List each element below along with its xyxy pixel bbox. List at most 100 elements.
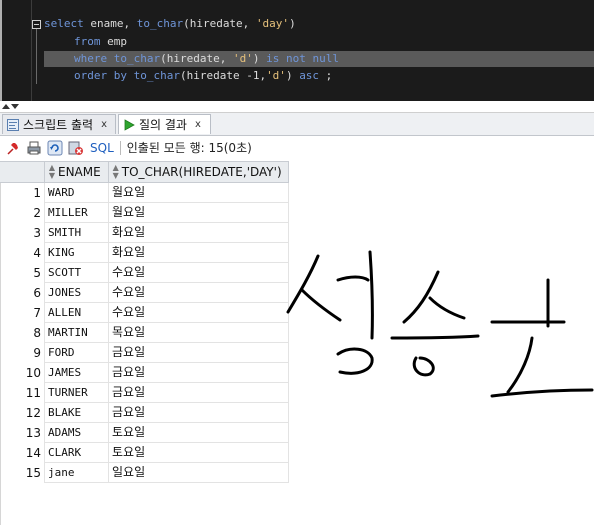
code-token: order by (74, 69, 134, 82)
sql-editor[interactable]: select ename, to_char(hiredate, 'day') f… (0, 0, 594, 101)
column-header-ename[interactable]: ▲ ▼ ENAME (45, 162, 109, 182)
row-number: 13 (25, 426, 41, 440)
cancel-query-icon[interactable] (68, 140, 84, 156)
collapse-down-icon[interactable] (11, 104, 19, 109)
close-icon[interactable]: x (195, 119, 201, 130)
cell-ename[interactable]: WARD (44, 183, 108, 203)
table-row[interactable]: 7 ALLEN 수요일 (0, 303, 289, 323)
print-icon[interactable] (26, 140, 42, 156)
cell-ename[interactable]: SMITH (44, 223, 108, 243)
close-icon[interactable]: x (101, 119, 107, 130)
cell-day[interactable]: 화요일 (108, 223, 289, 243)
code-token: is not null (266, 52, 339, 65)
tab-query-result[interactable]: 질의 결과 x (118, 114, 211, 134)
cell-day[interactable]: 화요일 (108, 243, 289, 263)
code-line-3[interactable]: where to_char(hiredate, 'd') is not null (44, 51, 594, 67)
cell-day[interactable]: 금요일 (108, 403, 289, 423)
sort-icon[interactable]: ▲ ▼ (113, 164, 119, 180)
code-token: ; (319, 69, 333, 82)
table-row[interactable]: 1 WARD 월요일 (0, 183, 289, 203)
cell-ename[interactable]: TURNER (44, 383, 108, 403)
row-number: 2 (33, 206, 41, 220)
row-number: 4 (33, 246, 41, 260)
cell-ename[interactable]: CLARK (44, 443, 108, 463)
cell-day[interactable]: 월요일 (108, 183, 289, 203)
tab-script-output[interactable]: 스크립트 출력 x (2, 114, 116, 134)
table-row[interactable]: 10 JAMES 금요일 (0, 363, 289, 383)
script-output-icon (7, 118, 19, 131)
table-row[interactable]: 6 JONES 수요일 (0, 283, 289, 303)
fold-toggle-icon[interactable] (32, 20, 41, 29)
refresh-icon[interactable] (47, 140, 63, 156)
code-line-4[interactable]: order by to_char(hiredate -1,'d') asc ; (74, 68, 332, 84)
code-token: ) (289, 17, 296, 30)
table-row[interactable]: 13 ADAMS 토요일 (0, 423, 289, 443)
grid-header: ▲ ▼ ENAME ▲ ▼ TO_CHAR(HIREDATE,'DAY') (0, 161, 289, 183)
code-area[interactable]: select ename, to_char(hiredate, 'day') f… (2, 0, 594, 101)
code-line-2[interactable]: from emp (74, 34, 127, 50)
pin-icon[interactable] (5, 140, 21, 156)
sql-button[interactable]: SQL (90, 141, 114, 155)
table-row[interactable]: 5 SCOTT 수요일 (0, 263, 289, 283)
cell-ename[interactable]: MILLER (44, 203, 108, 223)
table-row[interactable]: 14 CLARK 토요일 (0, 443, 289, 463)
cell-day[interactable]: 수요일 (108, 263, 289, 283)
cell-day[interactable]: 금요일 (108, 363, 289, 383)
cell-day[interactable]: 수요일 (108, 303, 289, 323)
grid-corner[interactable] (0, 162, 45, 182)
table-row[interactable]: 2 MILLER 월요일 (0, 203, 289, 223)
grid-body: 1 WARD 월요일 2 MILLER 월요일 3 SMITH 화요일 4 KING 화요일 5 SCOT… (0, 183, 289, 483)
table-row[interactable]: 4 KING 화요일 (0, 243, 289, 263)
table-row[interactable]: 12 BLAKE 금요일 (0, 403, 289, 423)
cell-day[interactable]: 월요일 (108, 203, 289, 223)
table-row[interactable]: 3 SMITH 화요일 (0, 223, 289, 243)
result-grid: ▲ ▼ ENAME ▲ ▼ TO_CHAR(HIREDATE,'DAY') 1 WAR… (0, 161, 289, 483)
column-header-label: ENAME (58, 165, 101, 179)
code-token: asc (299, 69, 320, 82)
code-token: (hiredate, (160, 52, 233, 65)
cell-ename[interactable]: FORD (44, 343, 108, 363)
cell-day[interactable]: 목요일 (108, 323, 289, 343)
code-line-1[interactable]: select ename, to_char(hiredate, 'day') (44, 16, 296, 32)
cell-day[interactable]: 금요일 (108, 343, 289, 363)
code-token: emp (107, 35, 127, 48)
code-token: ename, (90, 17, 137, 30)
code-token: 'd' (266, 69, 286, 82)
cell-ename[interactable]: JONES (44, 283, 108, 303)
cell-day[interactable]: 수요일 (108, 283, 289, 303)
cell-ename[interactable]: ADAMS (44, 423, 108, 443)
cell-ename[interactable]: jane (44, 463, 108, 483)
tab-script-output-label: 스크립트 출력 (23, 118, 94, 132)
table-row[interactable]: 9 FORD 금요일 (0, 343, 289, 363)
code-token: select (44, 17, 91, 30)
cell-ename[interactable]: KING (44, 243, 108, 263)
cell-ename[interactable]: ALLEN (44, 303, 108, 323)
sort-icon[interactable]: ▲ ▼ (49, 164, 55, 180)
cell-day[interactable]: 토요일 (108, 443, 289, 463)
cell-day[interactable]: 금요일 (108, 383, 289, 403)
row-number: 6 (33, 286, 41, 300)
cell-ename[interactable]: BLAKE (44, 403, 108, 423)
row-number: 12 (25, 406, 41, 420)
cell-day[interactable]: 일요일 (108, 463, 289, 483)
row-number: 7 (33, 306, 41, 320)
code-token: 'd' (232, 52, 253, 65)
code-token: from (74, 35, 108, 48)
code-token: 'day' (255, 17, 290, 30)
tab-query-result-label: 질의 결과 (139, 118, 187, 132)
cell-day[interactable]: 토요일 (108, 423, 289, 443)
cell-ename[interactable]: JAMES (44, 363, 108, 383)
table-row[interactable]: 11 TURNER 금요일 (0, 383, 289, 403)
code-token: to_char (113, 52, 161, 65)
row-number: 8 (33, 326, 41, 340)
collapse-up-icon[interactable] (2, 104, 10, 109)
cell-ename[interactable]: MARTIN (44, 323, 108, 343)
panel-splitter[interactable] (0, 101, 594, 113)
fold-guide-line (36, 29, 37, 84)
cell-ename[interactable]: SCOTT (44, 263, 108, 283)
table-row[interactable]: 15 jane 일요일 (0, 463, 289, 483)
toolbar-divider (119, 140, 121, 155)
column-header-to-char[interactable]: ▲ ▼ TO_CHAR(HIREDATE,'DAY') (109, 162, 289, 182)
row-number: 3 (33, 226, 41, 240)
table-row[interactable]: 8 MARTIN 목요일 (0, 323, 289, 343)
